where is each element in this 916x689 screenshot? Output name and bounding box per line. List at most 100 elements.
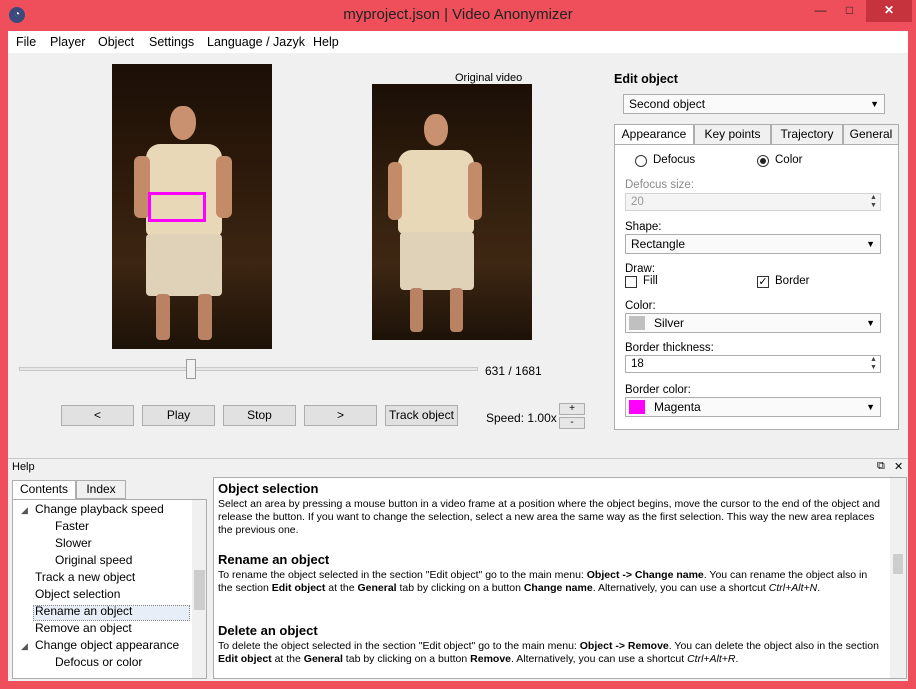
toc-item[interactable]: Change playback speed	[35, 502, 164, 516]
object-select-value: Second object	[629, 97, 706, 111]
menu-file[interactable]: File	[16, 35, 36, 49]
text: .	[817, 582, 821, 594]
color-select[interactable]: Silver ▼	[625, 313, 881, 333]
tab-general[interactable]: General	[843, 124, 899, 145]
shortcut-text: Ctrl+Alt+R	[687, 653, 736, 665]
tab-appearance[interactable]: Appearance	[614, 124, 694, 146]
help-section-text: To rename the object selected in the sec…	[218, 569, 884, 595]
maximize-button[interactable]: □	[836, 0, 863, 22]
defocus-radio[interactable]	[635, 155, 647, 167]
chevron-down-icon: ▼	[870, 99, 879, 109]
text-bold: Edit object	[271, 582, 326, 594]
toc-item[interactable]: Rename an object	[35, 604, 132, 618]
toc-item[interactable]: Slower	[55, 536, 92, 550]
timeline-slider-handle[interactable]	[186, 359, 197, 379]
shape-select-value: Rectangle	[631, 237, 686, 251]
close-icon[interactable]: ✕	[894, 460, 903, 473]
play-button[interactable]: Play	[142, 405, 215, 426]
shape-select[interactable]: Rectangle ▼	[625, 234, 881, 254]
spin-down-icon[interactable]: ▼	[868, 364, 879, 372]
border-thickness-input[interactable]: 18 ▲ ▼	[625, 355, 881, 373]
help-content-pane: Object selection Select an area by press…	[213, 477, 907, 679]
color-radio[interactable]	[757, 155, 769, 167]
help-contents-tree: ◢ Change playback speed Faster Slower Or…	[12, 499, 207, 679]
stop-button[interactable]: Stop	[223, 405, 296, 426]
text: . You can delete the object also in the …	[668, 640, 879, 652]
menu-object[interactable]: Object	[98, 35, 134, 49]
toc-item[interactable]: Change object appearance	[35, 638, 179, 652]
defocus-radio-label: Defocus	[653, 154, 696, 166]
toc-item[interactable]: Defocus or color	[55, 655, 142, 669]
chevron-down-icon: ▼	[866, 402, 875, 412]
speed-increase-button[interactable]: +	[559, 403, 585, 415]
menu-player[interactable]: Player	[50, 35, 85, 49]
toc-item[interactable]: Track a new object	[35, 570, 135, 584]
anonymized-video-frame[interactable]	[112, 64, 272, 349]
help-content-scrollbar[interactable]	[890, 478, 906, 678]
expand-arrow-icon[interactable]: ◢	[21, 505, 28, 516]
previous-frame-button[interactable]: <	[61, 405, 134, 426]
menu-help[interactable]: Help	[313, 35, 339, 49]
person-figure	[372, 84, 532, 340]
client-area: File Player Object Settings Language / J…	[8, 31, 908, 681]
chevron-down-icon: ▼	[866, 318, 875, 328]
help-section-heading: Object selection	[218, 481, 319, 496]
help-title: Help	[12, 461, 35, 473]
original-video-frame	[372, 84, 532, 340]
border-color-select[interactable]: Magenta ▼	[625, 397, 881, 417]
fill-checkbox[interactable]	[625, 276, 637, 288]
color-label: Color:	[625, 300, 656, 312]
spin-down-icon: ▼	[870, 202, 877, 209]
text: . Alternatively, you can use a shortcut	[592, 582, 769, 594]
shape-label: Shape:	[625, 221, 662, 233]
help-tab-contents[interactable]: Contents	[12, 480, 76, 500]
expand-arrow-icon[interactable]: ◢	[21, 641, 28, 652]
menu-settings[interactable]: Settings	[149, 35, 194, 49]
toc-item[interactable]: Original speed	[55, 553, 132, 567]
text-bold: Object -> Change name	[586, 569, 704, 581]
help-tab-index[interactable]: Index	[76, 480, 126, 499]
close-button[interactable]: ✕	[866, 0, 912, 22]
text-bold: Remove	[470, 653, 511, 665]
speed-value: 1.00x	[527, 411, 557, 425]
border-thickness-label: Border thickness:	[625, 342, 714, 354]
defocus-size-label: Defocus size:	[625, 179, 695, 191]
toc-scrollbar-thumb[interactable]	[194, 570, 205, 610]
tab-trajectory[interactable]: Trajectory	[771, 124, 843, 145]
text-bold: Object -> Remove	[579, 640, 669, 652]
help-content-scrollbar-thumb[interactable]	[893, 554, 903, 574]
text: tab by clicking on a button	[342, 653, 471, 665]
border-color-swatch	[629, 400, 645, 414]
color-radio-label: Color	[775, 154, 803, 166]
undock-icon[interactable]: ⧉	[877, 460, 885, 473]
toc-item[interactable]: Faster	[55, 519, 89, 533]
help-section-text: To delete the object selected in the sec…	[218, 640, 884, 666]
toc-item[interactable]: Remove an object	[35, 621, 132, 635]
frame-counter: 631 / 1681	[485, 364, 542, 378]
next-frame-button[interactable]: >	[304, 405, 377, 426]
border-color-select-value: Magenta	[654, 400, 701, 414]
text: tab by clicking on a button	[396, 582, 524, 594]
tab-key-points[interactable]: Key points	[694, 124, 771, 145]
track-object-button[interactable]: Track object	[385, 405, 458, 426]
border-checkbox-label: Border	[775, 275, 810, 287]
defocus-size-input: 20 ▲ ▼	[625, 193, 881, 211]
toc-item-selected[interactable]: Object selection	[35, 587, 120, 601]
text: To rename the object selected in the sec…	[218, 569, 587, 581]
help-dock-header: Help ⧉ ✕	[8, 458, 908, 476]
menu-language[interactable]: Language / Jazyk	[207, 35, 305, 49]
speed-decrease-button[interactable]: -	[559, 417, 585, 429]
object-select[interactable]: Second object ▼	[623, 94, 885, 114]
shortcut-text: Ctrl+Alt+N	[768, 582, 818, 594]
selection-rectangle[interactable]	[148, 192, 206, 222]
speed-label-text: Speed:	[486, 411, 525, 425]
border-checkbox[interactable]: ✓	[757, 276, 769, 288]
spin-up-icon[interactable]: ▲	[868, 356, 879, 364]
color-select-value: Silver	[654, 316, 685, 330]
minimize-button[interactable]: —	[807, 0, 834, 22]
text-bold: General	[303, 653, 343, 665]
color-swatch	[629, 316, 645, 330]
timeline-slider[interactable]	[19, 367, 478, 371]
original-video-label: Original video	[455, 72, 523, 84]
spin-up-icon: ▲	[870, 194, 877, 201]
